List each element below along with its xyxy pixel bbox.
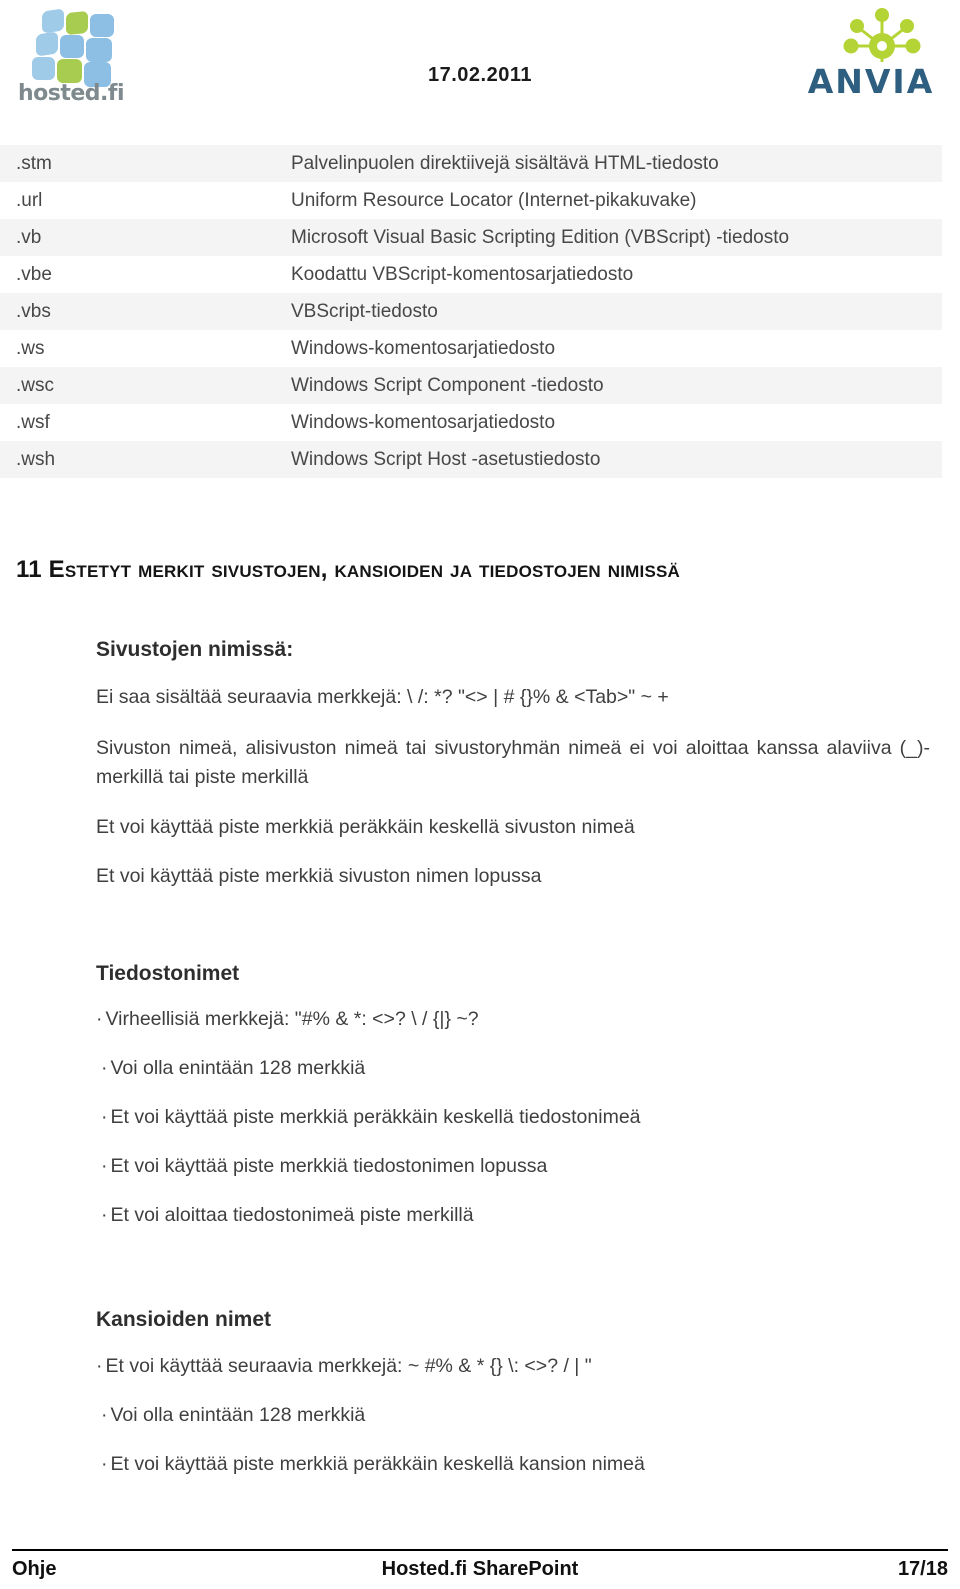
extension-cell: .vb bbox=[16, 226, 42, 248]
extension-cell: .ws bbox=[16, 337, 45, 359]
extension-cell: .wsf bbox=[16, 411, 50, 433]
extension-cell: .url bbox=[16, 189, 43, 211]
table-row: .vb Microsoft Visual Basic Scripting Edi… bbox=[0, 219, 942, 256]
bullet-icon: · bbox=[101, 1404, 108, 1426]
sites-start-rule-paragraph: Sivuston nimeä, alisivuston nimeä tai si… bbox=[96, 737, 930, 788]
bullet-icon: · bbox=[101, 1057, 108, 1079]
bullet-icon: · bbox=[96, 1355, 103, 1377]
table-row: .stm Palvelinpuolen direktiivejä sisältä… bbox=[0, 145, 942, 182]
bullet-icon: · bbox=[101, 1204, 108, 1226]
extension-cell: .vbs bbox=[16, 300, 51, 322]
table-row: .url Uniform Resource Locator (Internet-… bbox=[0, 182, 942, 219]
list-item-label: Voi olla enintään 128 merkkiä bbox=[110, 1057, 366, 1079]
files-section-heading: Tiedostonimet bbox=[96, 962, 240, 985]
list-item-label: Virheellisiä merkkejä: "#% & *: <>? \ / … bbox=[105, 1008, 479, 1030]
bullet-icon: · bbox=[101, 1155, 108, 1177]
extension-cell: .wsc bbox=[16, 374, 54, 396]
bullet-icon: · bbox=[101, 1453, 108, 1475]
table-row: .wsf Windows-komentosarjatiedosto bbox=[0, 404, 942, 441]
file-extension-table: .stm Palvelinpuolen direktiivejä sisältä… bbox=[0, 145, 942, 478]
chapter-title: Estetyt merkit sivustojen, kansioiden ja… bbox=[48, 556, 681, 583]
anvia-wordmark: ANVIA bbox=[807, 62, 935, 101]
list-item-label: Voi olla enintään 128 merkkiä bbox=[110, 1404, 366, 1426]
table-body: .stm Palvelinpuolen direktiivejä sisältä… bbox=[0, 145, 942, 478]
hosted-fi-logo: hosted.fi bbox=[18, 8, 148, 112]
list-item: · Et voi aloittaa tiedostonimeä piste mer… bbox=[101, 1204, 474, 1227]
anvia-logo: ANVIA bbox=[796, 6, 946, 110]
table-row: .wsh Windows Script Host -asetustiedosto bbox=[0, 441, 942, 478]
extension-cell: .vbe bbox=[16, 263, 52, 285]
footer-page-number: 17/18 bbox=[897, 1558, 948, 1580]
list-item: · Et voi käyttää piste merkkiä peräkkäin … bbox=[101, 1106, 641, 1129]
list-item-label: Et voi käyttää piste merkkiä tiedostonim… bbox=[110, 1155, 548, 1177]
extension-cell: .wsh bbox=[16, 448, 56, 470]
list-item-label: Et voi käyttää piste merkkiä peräkkäin k… bbox=[110, 1106, 641, 1128]
bullet-icon: · bbox=[101, 1106, 108, 1128]
list-item: · Et voi käyttää seuraavia merkkejä: ~ #%… bbox=[96, 1355, 592, 1378]
description-cell: Microsoft Visual Basic Scripting Edition… bbox=[291, 226, 790, 248]
description-cell: Windows-komentosarjatiedosto bbox=[291, 337, 556, 359]
extension-cell: .stm bbox=[16, 152, 52, 174]
page-footer: Ohje Hosted.fi SharePoint 17/18 bbox=[12, 1558, 948, 1586]
sites-consecutive-dots-rule: Et voi käyttää piste merkkiä peräkkäin k… bbox=[96, 816, 635, 838]
list-item: · Virheellisiä merkkejä: "#% & *: <>? \ /… bbox=[96, 1008, 479, 1031]
table-row: .vbs VBScript-tiedosto bbox=[0, 293, 942, 330]
table-row: .wsc Windows Script Component -tiedosto bbox=[0, 367, 942, 404]
page-header: hosted.fi 17.02.2011 ANVIA bbox=[0, 0, 960, 132]
chapter-heading: 11 Estetyt merkit sivustojen, kansioiden… bbox=[16, 556, 680, 584]
description-cell: Windows-komentosarjatiedosto bbox=[291, 411, 556, 433]
sites-trailing-dot-rule: Et voi käyttää piste merkkiä sivuston ni… bbox=[96, 865, 542, 887]
table-row: .ws Windows-komentosarjatiedosto bbox=[0, 330, 942, 367]
list-item: · Voi olla enintään 128 merkkiä bbox=[101, 1404, 365, 1427]
list-item-label: Et voi aloittaa tiedostonimeä piste merk… bbox=[110, 1204, 474, 1226]
list-item-label: Et voi käyttää piste merkkiä peräkkäin k… bbox=[110, 1453, 645, 1475]
description-cell: Koodattu VBScript-komentosarjatiedosto bbox=[291, 263, 634, 285]
sites-section-heading: Sivustojen nimissä: bbox=[96, 638, 294, 661]
description-cell: Uniform Resource Locator (Internet-pikak… bbox=[291, 189, 697, 211]
list-item: · Et voi käyttää piste merkkiä tiedostoni… bbox=[101, 1155, 547, 1178]
folders-section-heading: Kansioiden nimet bbox=[96, 1308, 272, 1331]
bullet-icon: · bbox=[96, 1008, 103, 1030]
description-cell: Palvelinpuolen direktiivejä sisältävä HT… bbox=[291, 152, 719, 174]
table-row: .vbe Koodattu VBScript-komentosarjatiedo… bbox=[0, 256, 942, 293]
sites-forbidden-chars-line: Ei saa sisältää seuraavia merkkejä: \ /:… bbox=[96, 686, 669, 708]
description-cell: Windows Script Component -tiedosto bbox=[291, 374, 604, 396]
footer-divider bbox=[12, 1549, 948, 1551]
list-item: · Voi olla enintään 128 merkkiä bbox=[101, 1057, 365, 1080]
description-cell: VBScript-tiedosto bbox=[291, 300, 438, 322]
chapter-number: 11 bbox=[16, 556, 42, 583]
list-item: · Et voi käyttää piste merkkiä peräkkäin … bbox=[101, 1453, 645, 1476]
molecule-node-icon bbox=[843, 8, 921, 62]
list-item-label: Et voi käyttää seuraavia merkkejä: ~ #% … bbox=[105, 1355, 592, 1377]
footer-center-label: Hosted.fi SharePoint bbox=[381, 1558, 579, 1580]
description-cell: Windows Script Host -asetustiedosto bbox=[291, 448, 601, 470]
